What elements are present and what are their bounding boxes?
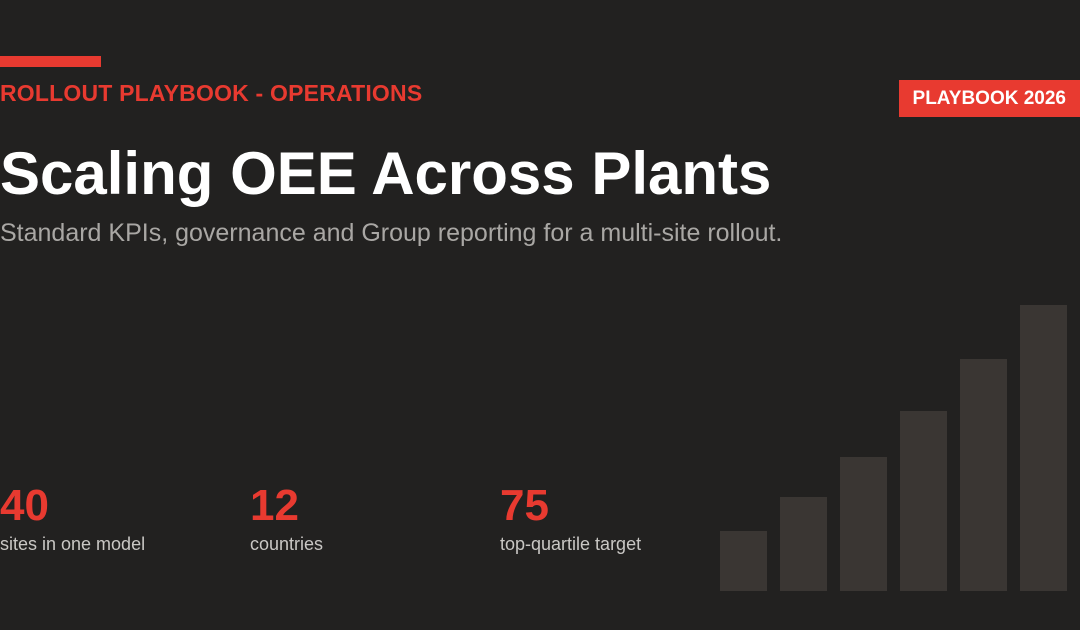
decorative-bar: [960, 359, 1007, 591]
stat-sites: 40 sites in one model: [0, 480, 145, 555]
accent-bar: [0, 56, 101, 67]
stat-label: sites in one model: [0, 534, 146, 554]
eyebrow-label: ROLLOUT PLAYBOOK - OPERATIONS: [0, 80, 423, 106]
page-title: Scaling OEE Across Plants: [0, 140, 772, 207]
stat-value: 40: [0, 481, 49, 530]
stat-countries: 12 countries: [250, 480, 323, 555]
playbook-badge: PLAYBOOK 2026: [898, 80, 1080, 117]
page-subtitle: Standard KPIs, governance and Group repo…: [0, 219, 783, 247]
decorative-bar: [1020, 305, 1067, 591]
decorative-bar: [780, 497, 827, 591]
decorative-bar-graphic: [720, 305, 1067, 591]
decorative-bar: [840, 457, 887, 591]
stat-value: 12: [250, 481, 299, 530]
stat-target: 75 top-quartile target: [500, 480, 641, 555]
stat-label: countries: [250, 534, 324, 554]
stat-label: top-quartile target: [500, 534, 642, 554]
decorative-bar: [720, 531, 767, 591]
stat-value: 75: [500, 481, 549, 530]
decorative-bar: [900, 411, 947, 591]
